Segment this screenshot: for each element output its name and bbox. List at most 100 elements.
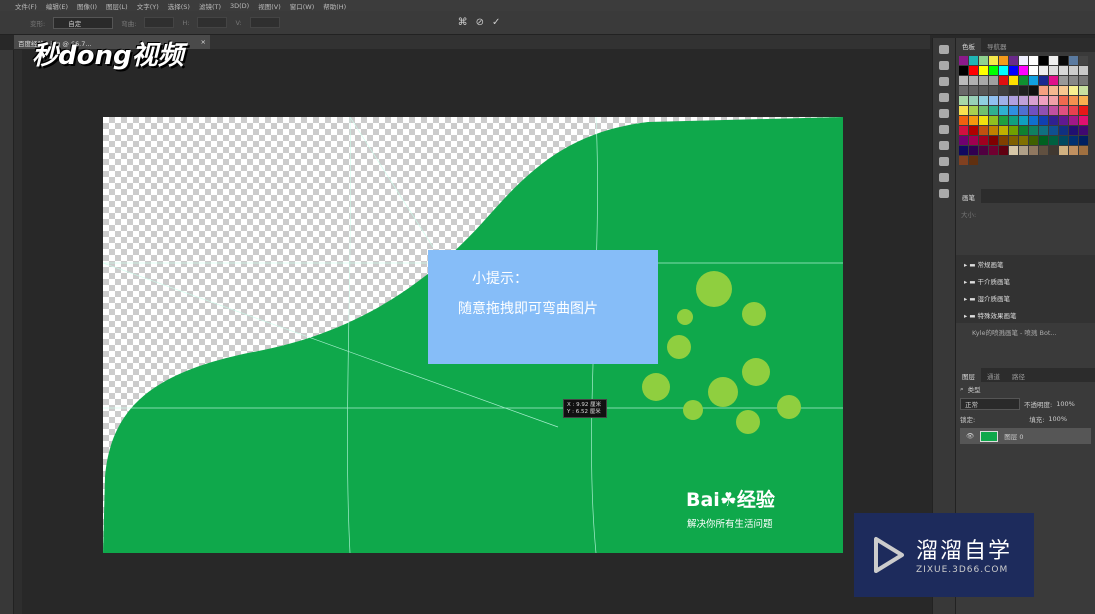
- swatch[interactable]: [1049, 116, 1058, 125]
- swatch[interactable]: [979, 146, 988, 155]
- swatch[interactable]: [969, 86, 978, 95]
- swatch[interactable]: [989, 106, 998, 115]
- swatch[interactable]: [1069, 146, 1078, 155]
- swatch[interactable]: [1009, 96, 1018, 105]
- close-tab-icon[interactable]: ×: [201, 38, 206, 46]
- menu-item[interactable]: 3D(D): [230, 2, 249, 10]
- swatch[interactable]: [1049, 86, 1058, 95]
- cancel-icon[interactable]: ⊘: [476, 17, 484, 28]
- fill-value[interactable]: 100%: [1048, 415, 1067, 423]
- swatch[interactable]: [1069, 66, 1078, 75]
- swatch[interactable]: [999, 56, 1008, 65]
- warp-mode-icon[interactable]: ⌘: [458, 17, 468, 28]
- swatch[interactable]: [1009, 106, 1018, 115]
- swatch[interactable]: [1069, 116, 1078, 125]
- swatch[interactable]: [979, 76, 988, 85]
- swatch[interactable]: [989, 76, 998, 85]
- swatch[interactable]: [1069, 96, 1078, 105]
- menu-item[interactable]: 选择(S): [168, 1, 190, 11]
- swatch[interactable]: [1019, 56, 1028, 65]
- swatch[interactable]: [1049, 146, 1058, 155]
- swatch[interactable]: [979, 66, 988, 75]
- h-field[interactable]: [197, 17, 228, 28]
- swatch[interactable]: [1059, 86, 1068, 95]
- swatch[interactable]: [1049, 126, 1058, 135]
- tab-paths[interactable]: 路径: [1006, 368, 1031, 382]
- swatch[interactable]: [1049, 106, 1058, 115]
- swatch[interactable]: [1059, 146, 1068, 155]
- info-icon[interactable]: [939, 93, 949, 102]
- swatch[interactable]: [1069, 86, 1078, 95]
- swatch[interactable]: [989, 136, 998, 145]
- swatch[interactable]: [959, 76, 968, 85]
- swatch[interactable]: [1059, 56, 1068, 65]
- swatch[interactable]: [1049, 136, 1058, 145]
- swatch[interactable]: [1029, 146, 1038, 155]
- swatch[interactable]: [989, 146, 998, 155]
- brush-icon[interactable]: [939, 109, 949, 118]
- adjust-icon[interactable]: [939, 77, 949, 86]
- swatch[interactable]: [1009, 66, 1018, 75]
- paragraph-icon[interactable]: [939, 157, 949, 166]
- swatch[interactable]: [1059, 76, 1068, 85]
- swatch[interactable]: [979, 106, 988, 115]
- swatch[interactable]: [989, 66, 998, 75]
- play-icon[interactable]: [939, 61, 949, 70]
- tool-preset-icon[interactable]: [939, 173, 949, 182]
- swatch[interactable]: [1029, 106, 1038, 115]
- swatch[interactable]: [1039, 96, 1048, 105]
- swatch[interactable]: [999, 146, 1008, 155]
- swatch[interactable]: [1059, 106, 1068, 115]
- swatch[interactable]: [1039, 116, 1048, 125]
- swatch[interactable]: [1009, 86, 1018, 95]
- swatch[interactable]: [969, 136, 978, 145]
- swatch[interactable]: [969, 66, 978, 75]
- swatch[interactable]: [1069, 56, 1078, 65]
- swatch[interactable]: [959, 136, 968, 145]
- swatch[interactable]: [1079, 96, 1088, 105]
- brush-group[interactable]: ▸ ▬ 常规画笔: [956, 255, 1095, 272]
- swatch[interactable]: [1079, 56, 1088, 65]
- swatch[interactable]: [969, 76, 978, 85]
- swatch[interactable]: [969, 106, 978, 115]
- swatch[interactable]: [1039, 66, 1048, 75]
- brush-group[interactable]: ▸ ▬ 干介质画笔: [956, 272, 1095, 289]
- swatch[interactable]: [959, 96, 968, 105]
- tab-swatches[interactable]: 色板: [956, 38, 981, 52]
- swatch[interactable]: [1059, 126, 1068, 135]
- swatch[interactable]: [1049, 96, 1058, 105]
- tab-brushes[interactable]: 画笔: [956, 189, 981, 203]
- swatch[interactable]: [979, 86, 988, 95]
- history-icon[interactable]: [939, 45, 949, 54]
- swatch[interactable]: [1039, 146, 1048, 155]
- swatch[interactable]: [979, 116, 988, 125]
- swatch[interactable]: [1079, 106, 1088, 115]
- swatch[interactable]: [989, 56, 998, 65]
- swatch[interactable]: [979, 96, 988, 105]
- swatch[interactable]: [969, 146, 978, 155]
- menu-item[interactable]: 编辑(E): [46, 1, 68, 11]
- swatch[interactable]: [1019, 126, 1028, 135]
- tab-navigator[interactable]: 导航器: [981, 38, 1013, 52]
- swatch[interactable]: [1069, 76, 1078, 85]
- menu-item[interactable]: 文字(Y): [137, 1, 159, 11]
- menu-item[interactable]: 帮助(H): [323, 1, 346, 11]
- swatch[interactable]: [1019, 106, 1028, 115]
- swatch[interactable]: [1069, 136, 1078, 145]
- eye-icon[interactable]: 👁: [966, 432, 974, 440]
- layer-row[interactable]: 👁 图层 0: [960, 428, 1091, 444]
- warp-select[interactable]: 自定: [53, 16, 114, 29]
- swatch[interactable]: [1039, 126, 1048, 135]
- swatch[interactable]: [1009, 146, 1018, 155]
- swatch[interactable]: [1019, 136, 1028, 145]
- swatch[interactable]: [1079, 126, 1088, 135]
- swatch[interactable]: [999, 106, 1008, 115]
- swatch[interactable]: [959, 156, 968, 165]
- tab-channels[interactable]: 通道: [981, 368, 1006, 382]
- swatch[interactable]: [1039, 56, 1048, 65]
- swatch[interactable]: [1009, 126, 1018, 135]
- swatch[interactable]: [989, 86, 998, 95]
- swatch[interactable]: [989, 116, 998, 125]
- brush-group[interactable]: ▸ ▬ 湿介质画笔: [956, 289, 1095, 306]
- menu-item[interactable]: 窗口(W): [290, 1, 315, 11]
